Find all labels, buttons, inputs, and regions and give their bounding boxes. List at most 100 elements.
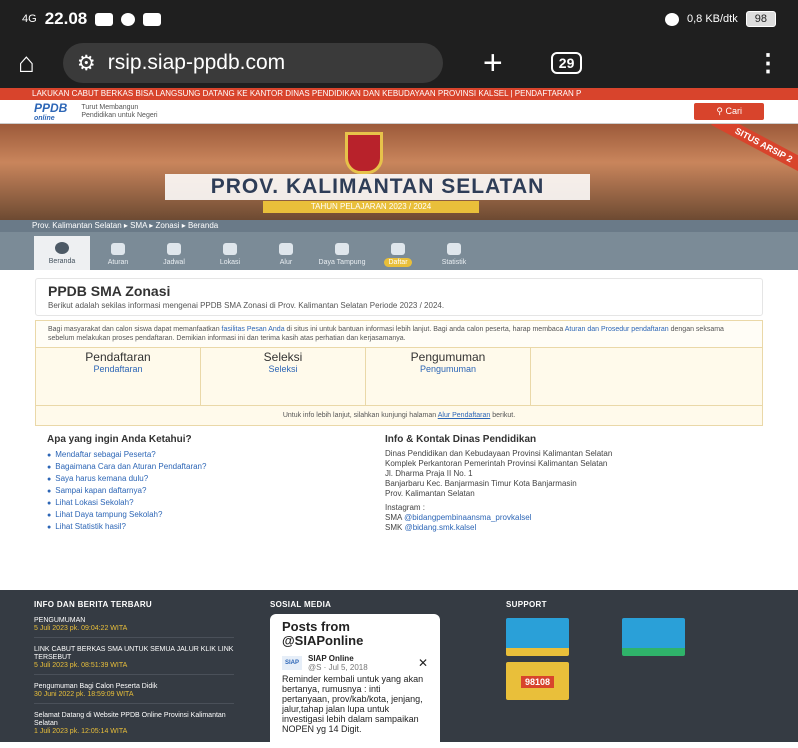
logo-subtext: online xyxy=(34,115,55,122)
news-item[interactable]: Pengumuman Bagi Calon Peserta Didik 30 Ju… xyxy=(34,683,234,704)
alur-pendaftaran-link[interactable]: Alur Pendaftaran xyxy=(438,412,491,419)
nav-label: Lokasi xyxy=(219,259,241,266)
aturan-link[interactable]: Aturan dan Prosedur pendaftaran xyxy=(565,326,669,333)
alarm-icon xyxy=(664,12,679,26)
logo-text: PPDB xyxy=(34,101,68,115)
sma-instagram-link[interactable]: @bidangpembinaansma_provkalsel xyxy=(404,513,531,522)
nav-label: Alur xyxy=(279,259,293,266)
twitter-embed[interactable]: Posts from @SIAPonline SIAP SIAP Online @… xyxy=(270,614,440,742)
support-banner-3[interactable]: 98108 xyxy=(506,662,569,700)
tweet-meta: @S · Jul 5, 2018 xyxy=(308,663,368,672)
main-content: PPDB SMA Zonasi Berikut adalah sekilas i… xyxy=(0,270,798,533)
home-icon[interactable]: ⌂ xyxy=(18,47,35,79)
hero-banner: PROV. KALIMANTAN SELATAN TAHUN PELAJARAN… xyxy=(0,124,798,220)
faq-item[interactable]: Lihat Daya tampung Sekolah? xyxy=(47,509,385,521)
smk-instagram-link[interactable]: @bidang.smk.kalsel xyxy=(405,523,477,532)
tweet-header: SIAP SIAP Online @S · Jul 5, 2018 ✕ xyxy=(282,654,428,672)
stage-heading: Seleksi xyxy=(263,350,303,364)
address-bar[interactable]: ⚙ rsip.siap-ppdb.com xyxy=(62,43,443,83)
site-settings-icon[interactable]: ⚙ xyxy=(77,51,96,76)
info-box: Bagi masyarakat dan calon siswa dapat me… xyxy=(35,320,763,348)
sma-label: SMA xyxy=(385,513,402,522)
tweet-body: Reminder kembali untuk yang akan bertany… xyxy=(282,674,424,734)
page-description: Berikut adalah sekilas informasi mengena… xyxy=(48,301,445,310)
ppdb-logo[interactable]: PPDB online xyxy=(34,101,67,122)
news-title: Pengumuman Bagi Calon Peserta Didik xyxy=(34,683,158,690)
new-tab-icon[interactable]: + xyxy=(483,44,503,83)
stage-columns: Pendaftaran Pendaftaran Seleksi Seleksi Pe… xyxy=(35,348,763,406)
news-title: LINK CABUT BERKAS SMA UNTUK SEMUA JALUR … xyxy=(34,646,234,661)
tab-count-button[interactable]: 29 xyxy=(550,52,583,74)
news-heading: INFO DAN BERITA TERBARU xyxy=(34,600,153,609)
news-title: Selamat Datang di Website PPDB Online Pr… xyxy=(34,712,226,727)
chat-icon xyxy=(121,12,136,26)
province-crest-icon xyxy=(345,132,383,174)
more-info-note: Untuk info lebih lanjut, silahkan kunjun… xyxy=(35,406,763,426)
news-date: 1 Juli 2023 pk. 12:05:14 WITA xyxy=(34,728,128,735)
search-label: Cari xyxy=(725,106,742,116)
nav-statistik[interactable]: Statistik xyxy=(426,243,482,270)
social-heading: SOSIAL MEDIA xyxy=(270,600,332,609)
info-icon xyxy=(55,242,69,254)
book-icon xyxy=(111,243,125,255)
faq-item[interactable]: Lihat Lokasi Sekolah? xyxy=(47,497,385,509)
x-logo-icon[interactable]: ✕ xyxy=(418,656,428,670)
site-footer: INFO DAN BERITA TERBARU PENGUMUMAN 5 Juli… xyxy=(0,590,798,742)
nav-alur[interactable]: Alur xyxy=(258,243,314,270)
nav-beranda[interactable]: Beranda xyxy=(34,236,90,270)
news-item[interactable]: Selamat Datang di Website PPDB Online Pr… xyxy=(34,712,234,740)
stage-link[interactable]: Pengumuman xyxy=(366,364,530,374)
support-number: 98108 xyxy=(520,676,555,688)
battery-indicator: 98 xyxy=(745,11,776,27)
stage-seleksi: Seleksi Seleksi xyxy=(201,348,366,405)
nav-label: Jadwal xyxy=(163,259,185,266)
calendar-icon xyxy=(167,243,181,255)
faq-item[interactable]: Lihat Statistik hasil? xyxy=(47,521,385,533)
address-line: Komplek Perkantoran Pemerintah Provinsi … xyxy=(385,459,608,468)
news-item[interactable]: PENGUMUMAN 5 Juli 2023 pk. 09:04:22 WITA xyxy=(34,617,234,638)
gallery-icon xyxy=(143,12,162,26)
faq-item[interactable]: Saya harus kemana dulu? xyxy=(47,473,385,485)
page-title: PPDB SMA Zonasi xyxy=(48,283,171,299)
support-column: SUPPORT xyxy=(506,600,547,609)
shuffle-icon xyxy=(279,243,293,255)
hero-title: PROV. KALIMANTAN SELATAN xyxy=(165,174,590,200)
faq-contact-section: Apa yang ingin Anda Ketahui? Mendaftar s… xyxy=(35,434,763,533)
nav-daya-tampung[interactable]: Daya Tampung xyxy=(314,243,370,270)
nav-label: Daftar xyxy=(384,258,412,267)
nav-jadwal[interactable]: Jadwal xyxy=(146,243,202,270)
faq-item[interactable]: Mendaftar sebagai Peserta? xyxy=(47,449,385,461)
social-column: SOSIAL MEDIA xyxy=(270,600,331,609)
support-banner-1[interactable] xyxy=(506,618,569,656)
announcement-ticker[interactable]: LAKUKAN CABUT BERKAS BISA LANGSUNG DATAN… xyxy=(0,88,798,100)
nav-daftar[interactable]: Daftar xyxy=(370,243,426,270)
nav-lokasi[interactable]: Lokasi xyxy=(202,243,258,270)
stage-link[interactable]: Seleksi xyxy=(201,364,365,374)
faq-item[interactable]: Bagaimana Cara dan Aturan Pendaftaran? xyxy=(47,461,385,473)
tweet-author: SIAP Online @S · Jul 5, 2018 xyxy=(308,654,368,672)
hero-year: TAHUN PELAJARAN 2023 / 2024 xyxy=(263,201,479,213)
nav-label: Aturan xyxy=(107,259,129,266)
stage-link[interactable]: Pendaftaran xyxy=(36,364,200,374)
breadcrumb[interactable]: Prov. Kalimantan Selatan ▸ SMA ▸ Zonasi … xyxy=(0,220,798,232)
news-date: 5 Juli 2023 pk. 08:51:39 WITA xyxy=(34,662,128,669)
pesan-anda-link[interactable]: fasilitas Pesan Anda xyxy=(222,326,285,333)
signal-indicator: 4G xyxy=(22,13,37,25)
news-date: 30 Juni 2022 pk. 18:59:09 WITA xyxy=(34,691,134,698)
url-text: rsip.siap-ppdb.com xyxy=(107,51,286,74)
news-item[interactable]: LINK CABUT BERKAS SMA UNTUK SEMUA JALUR … xyxy=(34,646,234,675)
search-button[interactable]: ⚲ Cari xyxy=(694,103,764,120)
note-text: Untuk info lebih lanjut, silahkan kunjun… xyxy=(282,412,438,419)
faq-item[interactable]: Sampai kapan daftarnya? xyxy=(47,485,385,497)
contact-address: Dinas Pendidikan dan Kebudayaan Provinsi… xyxy=(385,449,645,533)
more-menu-icon[interactable]: ⋮ xyxy=(756,49,780,78)
nav-aturan[interactable]: Aturan xyxy=(90,243,146,270)
stage-empty xyxy=(531,348,696,405)
note-text: berikut. xyxy=(490,412,516,419)
site-header: PPDB online Turut Membangun Pendidikan unt… xyxy=(0,100,798,124)
address-line: Dinas Pendidikan dan Kebudayaan Provinsi… xyxy=(385,449,613,458)
support-banner-2[interactable] xyxy=(622,618,685,656)
address-line: Jl. Dharma Praja II No. 1 xyxy=(385,469,473,478)
news-column: INFO DAN BERITA TERBARU PENGUMUMAN 5 Juli… xyxy=(34,600,234,748)
address-line: Prov. Kalimantan Selatan xyxy=(385,489,475,498)
